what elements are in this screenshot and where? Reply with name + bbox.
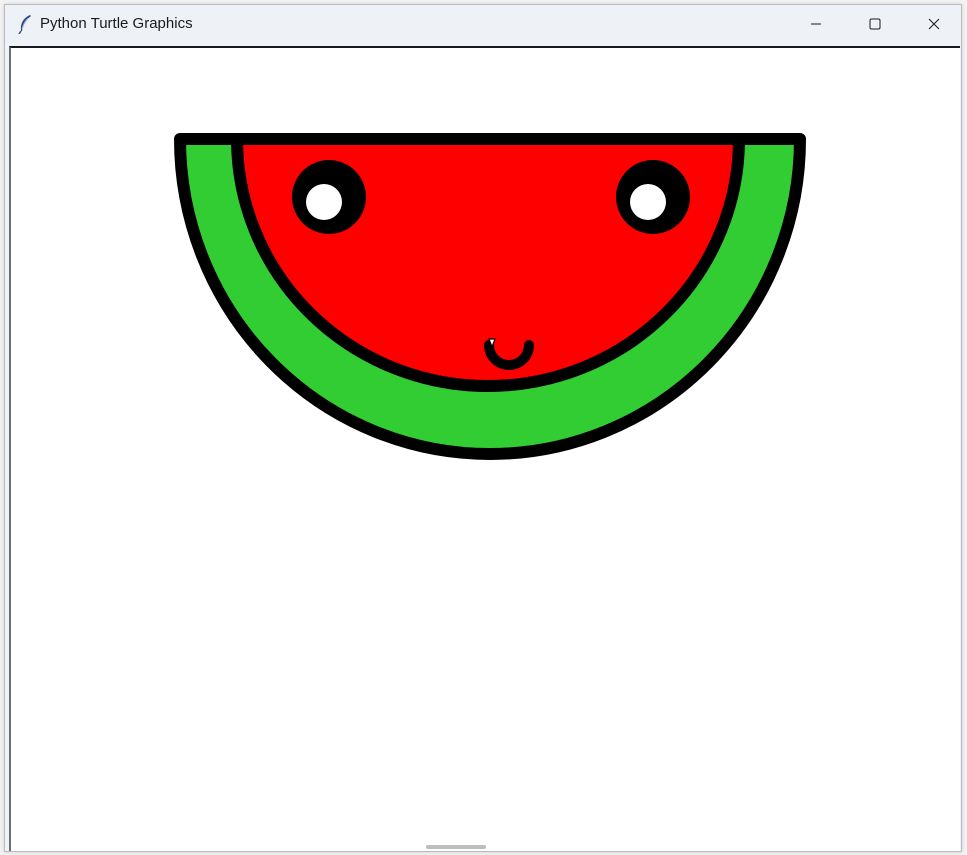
right-eye-highlight [630, 184, 666, 220]
close-button[interactable] [911, 5, 957, 43]
title-bar[interactable]: Python Turtle Graphics [5, 5, 961, 43]
close-icon [928, 18, 940, 30]
minimize-icon [810, 18, 822, 30]
turtle-canvas[interactable] [9, 46, 960, 851]
window-title: Python Turtle Graphics [40, 15, 193, 32]
left-eye-highlight [306, 184, 342, 220]
maximize-button[interactable] [852, 5, 898, 43]
minimize-button[interactable] [793, 5, 839, 43]
turtle-window: Python Turtle Graphics [4, 4, 962, 852]
resize-grip[interactable] [426, 845, 486, 849]
feather-icon [17, 14, 33, 35]
watermelon-drawing [174, 133, 806, 460]
maximize-icon [869, 18, 881, 30]
